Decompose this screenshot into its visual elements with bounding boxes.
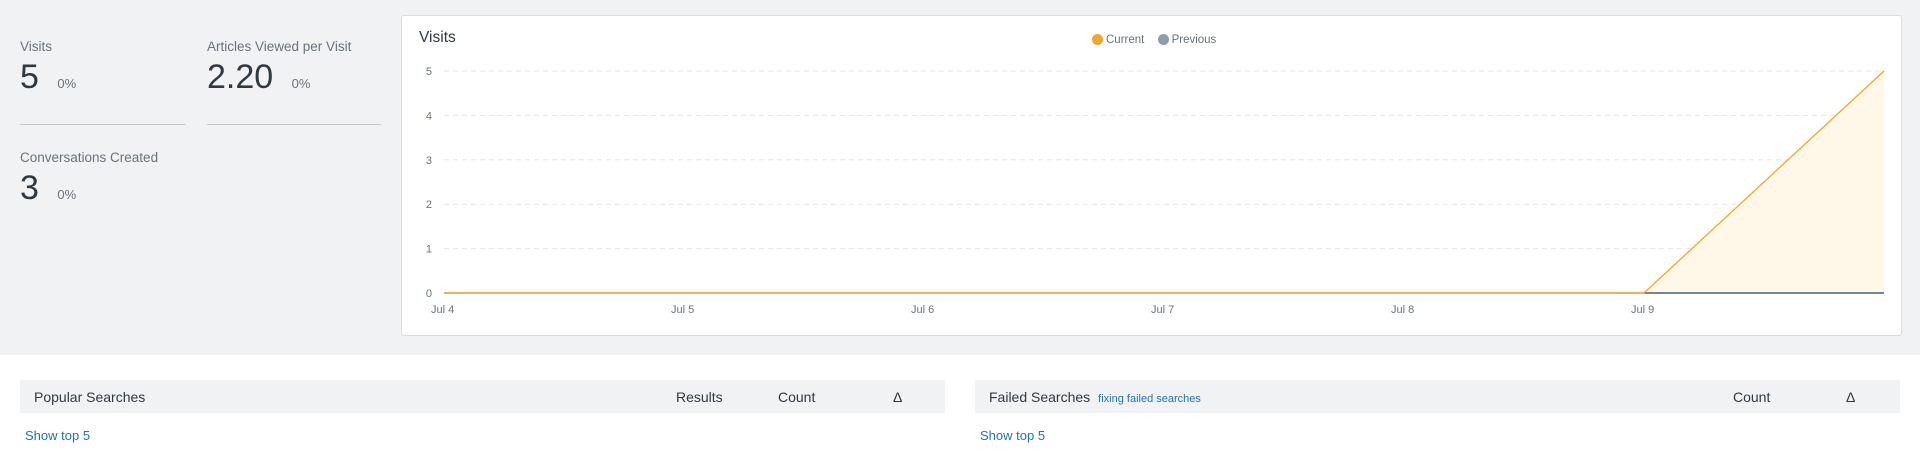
metric-label: Visits: [20, 39, 53, 54]
popular-searches-header: Popular Searches Results Count Δ: [20, 380, 945, 413]
y-tick-label: 1: [426, 244, 432, 256]
metric-divider: [207, 124, 381, 125]
failed-searches-title-wrap: Failed Searches fixing failed searches: [989, 389, 1201, 405]
y-tick-label: 2: [426, 199, 432, 211]
column-count[interactable]: Count: [1733, 389, 1770, 405]
column-delta[interactable]: Δ: [1846, 389, 1855, 405]
column-delta[interactable]: Δ: [893, 389, 902, 405]
metric-divider: [20, 124, 186, 125]
popular-searches-title: Popular Searches: [34, 389, 146, 405]
metric-conversations-created: Conversations Created 3 0%: [20, 150, 158, 208]
metric-value: 5: [20, 58, 39, 96]
metric-visits: Visits 5 0%: [20, 39, 76, 97]
failed-searches-title: Failed Searches: [989, 389, 1091, 405]
x-tick-label: Jul 5: [671, 304, 694, 316]
x-tick-label: Jul 8: [1391, 304, 1414, 316]
metric-articles-per-visit: Articles Viewed per Visit 2.20 0%: [207, 39, 351, 97]
metric-delta: 0%: [57, 76, 77, 91]
metric-label: Conversations Created: [20, 150, 159, 165]
failed-searches-header: Failed Searches fixing failed searches Co…: [975, 380, 1900, 413]
column-results[interactable]: Results: [676, 389, 723, 405]
y-tick-label: 4: [426, 110, 432, 122]
metric-value: 2.20: [207, 58, 274, 96]
metric-delta: 0%: [57, 187, 77, 202]
column-count[interactable]: Count: [778, 389, 815, 405]
x-tick-label: Jul 7: [1151, 304, 1174, 316]
metric-value: 3: [20, 169, 39, 207]
popular-show-top-link[interactable]: Show top 5: [25, 428, 90, 443]
series-current-line: [444, 70, 1885, 294]
metric-label: Articles Viewed per Visit: [207, 39, 352, 54]
visits-line-chart: 0 1 2 3 4 5 Jul 4 Jul 5 Jul 6 Jul 7 Jul 8 Jul 9: [426, 66, 1885, 316]
y-tick-label: 0: [426, 288, 432, 300]
series-current-area: [444, 71, 1884, 293]
fixing-failed-searches-link[interactable]: fixing failed searches: [1098, 393, 1201, 405]
y-tick-label: 3: [426, 155, 432, 167]
y-tick-label: 5: [426, 66, 432, 78]
failed-show-top-link[interactable]: Show top 5: [980, 428, 1045, 443]
metric-delta: 0%: [291, 76, 311, 91]
x-tick-label: Jul 4: [431, 304, 454, 316]
x-tick-label: Jul 6: [911, 304, 934, 316]
x-tick-label: Jul 9: [1631, 304, 1654, 316]
visits-chart-card: Visits Current Previous 0 1 2 3 4 5 Jul 4 Jul 5…: [401, 15, 1902, 336]
